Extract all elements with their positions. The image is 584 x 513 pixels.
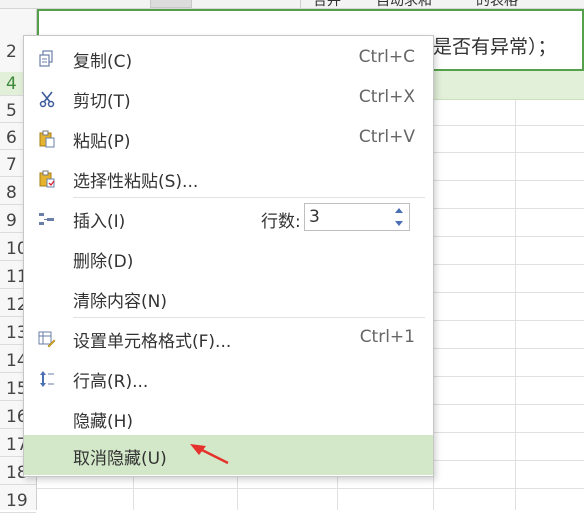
menu-item-label: 取消隐藏(U) [73, 449, 167, 469]
menu-item-label: 插入(I) [73, 212, 126, 232]
red-arrow-icon [190, 444, 229, 465]
menu-item-label: 隐藏(H) [73, 412, 134, 432]
menu-item-copy[interactable]: 复制(C) Ctrl+C [24, 38, 433, 78]
menu-item-shortcut: Ctrl+V [358, 127, 415, 147]
toolbar-divider [300, 0, 301, 8]
chevron-down-icon [395, 221, 403, 226]
menu-item-label: 选择性粘贴(S)... [73, 172, 199, 192]
menu-item-delete[interactable]: 删除(D) [24, 238, 433, 278]
menu-item-paste[interactable]: 粘贴(P) Ctrl+V [24, 118, 433, 158]
rows-count-stepper[interactable] [304, 203, 410, 231]
paste-special-icon [38, 170, 56, 188]
insert-row-icon [38, 210, 56, 228]
row-height-icon [38, 370, 56, 388]
chevron-up-icon [395, 208, 403, 213]
paste-icon [38, 130, 56, 148]
menu-item-label: 行高(R)... [73, 372, 149, 392]
rows-count-label: 行数: [261, 212, 301, 232]
rows-count-input[interactable] [305, 204, 393, 230]
menu-item-paste-special[interactable]: 选择性粘贴(S)... [24, 158, 433, 198]
context-menu: 复制(C) Ctrl+C 剪切(T) Ctrl+X 粘贴(P) Ctrl+V 选… [23, 35, 434, 477]
menu-item-label: 粘贴(P) [73, 132, 131, 152]
menu-item-shortcut: Ctrl+1 [359, 327, 415, 347]
menu-item-label: 设置单元格格式(F)... [73, 332, 232, 352]
cell-text: 是否有异常）； [433, 36, 557, 58]
menu-item-format-cells[interactable]: 设置单元格格式(F)... Ctrl+1 [24, 318, 433, 358]
menu-item-shortcut: Ctrl+X [358, 87, 415, 107]
menu-item-row-height[interactable]: 行高(R)... [24, 358, 433, 398]
menu-item-clear-contents[interactable]: 清除内容(N) [24, 278, 433, 318]
format-cells-icon [38, 330, 56, 348]
autosum-button[interactable]: 自动求和 [376, 0, 432, 8]
menu-item-shortcut: Ctrl+C [358, 47, 415, 67]
copy-icon [38, 50, 56, 68]
menu-item-insert[interactable]: 插入(I) 行数: [24, 198, 433, 238]
grid-line [37, 488, 584, 489]
menu-item-label: 清除内容(N) [73, 292, 167, 312]
menu-item-hide[interactable]: 隐藏(H) [24, 398, 433, 438]
toolbar-toggle[interactable] [150, 0, 192, 8]
menu-item-cut[interactable]: 剪切(T) Ctrl+X [24, 78, 433, 118]
menu-item-label: 剪切(T) [73, 92, 131, 112]
table-button[interactable]: 的表格 [476, 0, 518, 8]
toolbar-strip: 合并 自动求和 的表格 [0, 0, 584, 9]
merge-button[interactable]: 合并 [313, 0, 341, 8]
spin-down-button[interactable] [389, 217, 409, 230]
spin-up-button[interactable] [389, 204, 409, 217]
scissors-icon [38, 90, 56, 108]
menu-item-label: 复制(C) [73, 52, 133, 72]
menu-item-label: 删除(D) [73, 252, 134, 272]
row-header[interactable]: 19 [0, 489, 36, 513]
